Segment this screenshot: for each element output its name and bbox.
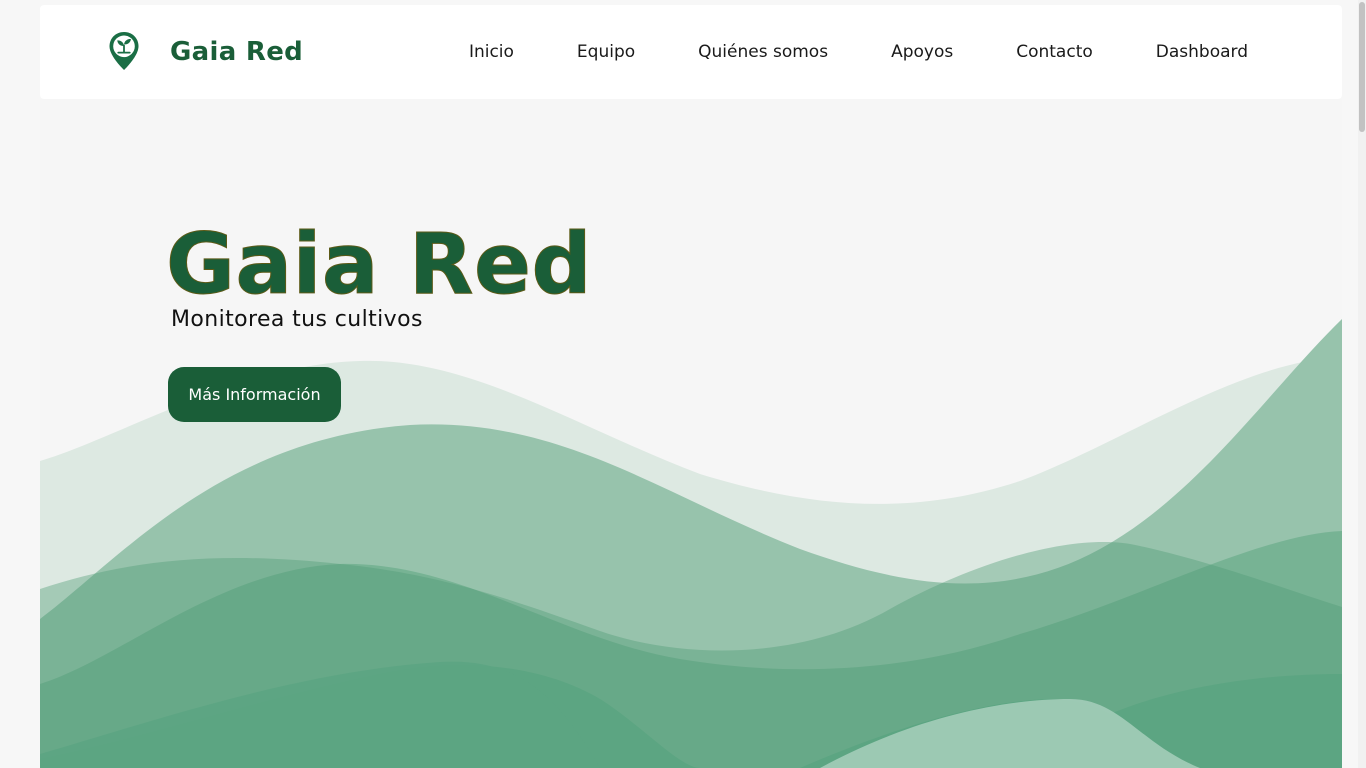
nav-link-apoyos[interactable]: Apoyos [891,42,953,62]
hero-wave-background [40,319,1342,768]
plant-location-pin-icon [109,31,139,70]
brand-name: Gaia Red [170,37,304,67]
brand[interactable]: Gaia Red [108,5,303,99]
page: Gaia Red Inicio Equipo Quiénes somos Apo… [0,0,1366,768]
navbar: Gaia Red Inicio Equipo Quiénes somos Apo… [40,5,1342,99]
scrollbar-thumb[interactable] [1359,2,1365,132]
hero-section: Gaia Red Monitorea tus cultivos Más Info… [40,99,1342,768]
more-info-button[interactable]: Más Información [168,367,341,422]
nav-link-equipo[interactable]: Equipo [577,42,635,62]
hero-subtitle: Monitorea tus cultivos [171,307,423,332]
main-nav: Inicio Equipo Quiénes somos Apoyos Conta… [469,5,1248,99]
nav-link-inicio[interactable]: Inicio [469,42,514,62]
nav-link-contacto[interactable]: Contacto [1016,42,1093,62]
nav-link-quienes-somos[interactable]: Quiénes somos [698,42,828,62]
hero-title: Gaia Red [165,215,593,314]
nav-link-dashboard[interactable]: Dashboard [1156,42,1248,62]
